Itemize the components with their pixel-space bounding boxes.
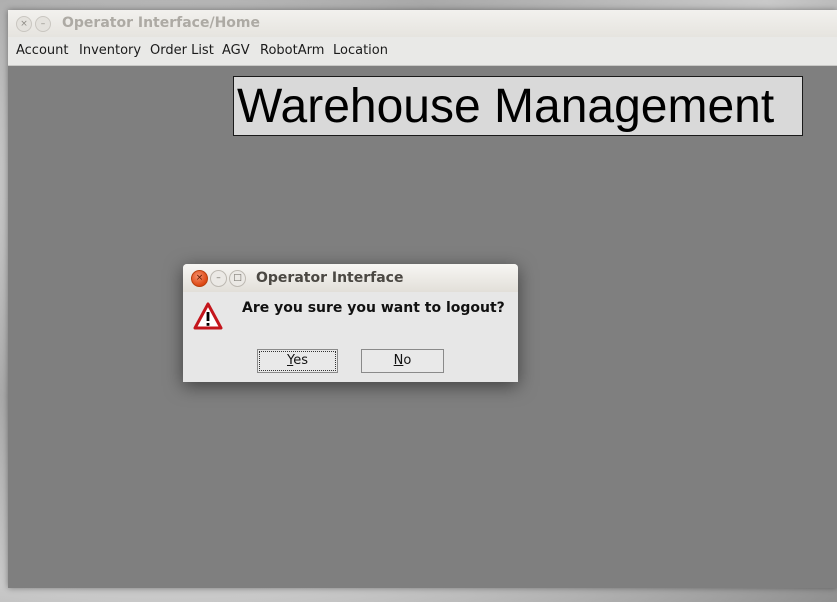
no-mnemonic: N [393, 353, 404, 368]
dialog-message: Are you sure you want to logout? [242, 300, 505, 316]
no-label: o [403, 353, 412, 368]
logout-confirm-dialog: × – □ Operator Interface Are you sure yo… [183, 264, 518, 382]
menu-inventory[interactable]: Inventory [79, 43, 141, 58]
dialog-maximize-icon[interactable]: □ [229, 270, 246, 287]
menu-location[interactable]: Location [333, 43, 388, 58]
menu-bar: Account Inventory Order List AGV RobotAr… [8, 37, 837, 66]
yes-button[interactable]: Yes [257, 349, 338, 373]
window-close-icon[interactable]: × [16, 16, 32, 32]
menu-agv[interactable]: AGV [222, 43, 250, 58]
yes-label: es [293, 353, 308, 368]
menu-account[interactable]: Account [16, 43, 69, 58]
dialog-title: Operator Interface [256, 270, 404, 286]
dialog-minimize-icon[interactable]: – [210, 270, 227, 287]
no-button[interactable]: No [361, 349, 444, 373]
dialog-titlebar[interactable]: × – □ Operator Interface [183, 264, 518, 292]
dialog-close-icon[interactable]: × [191, 270, 208, 287]
menu-robotarm[interactable]: RobotArm [260, 43, 324, 58]
window-titlebar[interactable]: × – Operator Interface/Home [8, 10, 837, 37]
window-minimize-icon[interactable]: – [35, 16, 51, 32]
warning-icon [193, 302, 223, 330]
page-title-banner: Warehouse Management [233, 76, 803, 136]
window-title: Operator Interface/Home [62, 15, 260, 31]
menu-order-list[interactable]: Order List [150, 43, 214, 58]
